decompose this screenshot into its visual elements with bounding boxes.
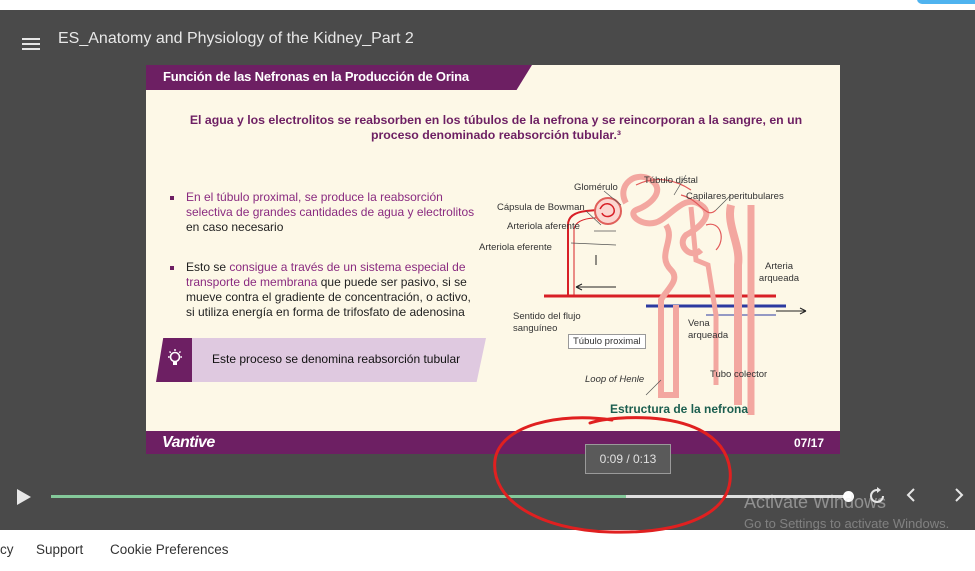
slide-lead-text: El agua y los electrolitos se reabsorben… [189,113,803,142]
play-icon [17,489,31,505]
bullet2-start: Esto se [186,260,230,274]
slide-page-number: 07/17 [793,436,824,450]
video-title: ES_Anatomy and Physiology of the Kidney_… [58,30,414,47]
play-button[interactable] [16,488,32,511]
activate-windows-title: Activate Windows [744,492,887,512]
footer-link-cookie-preferences[interactable]: Cookie Preferences [110,542,229,557]
label-capilares: Capilares peritubulares [686,191,784,202]
label-arteriola-aferente: Arteriola aferente [507,221,580,232]
label-sentido-flujo: Sentido del flujo sanguíneo [513,311,581,334]
callout-text: Este proceso se denomina reabsorción tub… [212,352,461,366]
label-tubulo-distal: Túbulo distal [644,175,698,186]
footer-link-privacy[interactable]: cy [0,542,14,557]
label-arteria-arqueada: Arteria arqueada [758,261,800,284]
slide: Función de las Nefronas en la Producción… [146,65,840,454]
activate-windows-subtitle: Go to Settings to activate Windows. [744,516,950,531]
label-capsula-bowman: Cápsula de Bowman [497,202,585,213]
bullet1-rest: en caso necesario [186,220,284,234]
callout-box: Este proceso se denomina reabsorción tub… [156,338,486,382]
chevron-left-icon[interactable] [905,486,917,509]
menu-icon[interactable] [22,38,40,50]
progress-fill [51,495,626,498]
chevron-right-icon[interactable] [953,486,965,509]
label-vena-arqueada: Vena arqueada [688,318,729,341]
bullet-proximal: En el túbulo proximal, se produce la rea… [170,190,480,235]
label-tubulo-proximal: Túbulo proximal [568,334,646,349]
bullet-marker [170,266,174,270]
top-strip [0,0,975,10]
diagram-caption: Estructura de la nefrona [610,402,749,416]
label-tubo-colector: Tubo colector [710,369,768,380]
slide-footer: Vantive 07/17 [146,431,840,454]
bullet-marker [170,196,174,200]
progress-bar[interactable] [51,495,849,498]
bullet1-highlight: En el túbulo proximal, se produce la rea… [186,190,475,219]
label-loop-henle: Loop of Henle [585,374,645,385]
brand-logo: Vantive [162,434,215,451]
top-pill-button[interactable] [917,0,975,4]
bullet-transport: Esto se consigue a través de un sistema … [170,260,480,320]
slide-header: Función de las Nefronas en la Producción… [146,65,532,90]
lightbulb-icon [156,338,192,382]
slide-header-text: Función de las Nefronas en la Producción… [163,69,469,84]
label-glomerulo: Glomérulo [574,182,618,193]
time-tooltip: 0:09 / 0:13 [585,444,671,474]
footer-link-support[interactable]: Support [36,542,83,557]
nephron-diagram: Glomérulo Túbulo distal Cápsula de Bowma… [476,165,836,435]
footer-links: cy Support Cookie Preferences [0,530,975,571]
label-arteriola-eferente: Arteriola eferente [479,242,552,253]
